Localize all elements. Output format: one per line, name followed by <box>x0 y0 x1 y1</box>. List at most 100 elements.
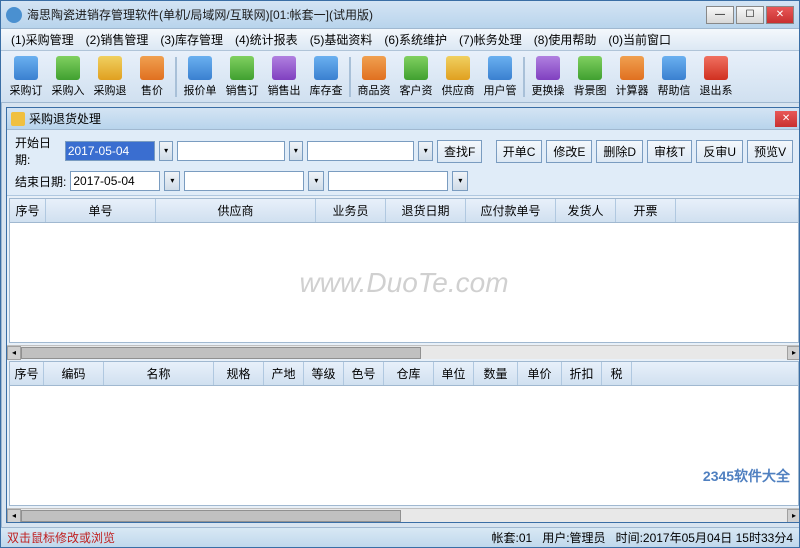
col-header[interactable]: 编码 <box>44 362 104 385</box>
start-date-input[interactable] <box>65 141 155 161</box>
toolbar-label: 供应商 <box>442 82 475 98</box>
combo4-dropdown[interactable]: ▾ <box>452 171 468 191</box>
toolbar-icon <box>362 56 386 80</box>
col-header[interactable]: 单位 <box>434 362 474 385</box>
toolbar-label: 售价 <box>141 82 163 98</box>
menu-item-8[interactable]: (0)当前窗口 <box>602 29 677 50</box>
filter-combo-4[interactable] <box>328 171 448 191</box>
reverse-button[interactable]: 反审U <box>696 140 743 163</box>
lower-grid-body[interactable]: 2345软件大全 <box>10 386 798 506</box>
menu-item-1[interactable]: (2)销售管理 <box>80 29 155 50</box>
col-header[interactable]: 供应商 <box>156 199 316 222</box>
minimize-button[interactable]: — <box>706 6 734 24</box>
menu-item-0[interactable]: (1)采购管理 <box>5 29 80 50</box>
scroll-right-icon[interactable]: ▸ <box>787 346 799 360</box>
lower-grid-scrollbar[interactable]: ◂ ▸ <box>7 508 799 522</box>
end-date-dropdown[interactable]: ▾ <box>164 171 180 191</box>
scroll-left-icon[interactable]: ◂ <box>7 346 21 360</box>
col-header[interactable]: 产地 <box>264 362 304 385</box>
toolbar-btn-4[interactable]: 报价单 <box>179 53 221 101</box>
maximize-button[interactable]: ☐ <box>736 6 764 24</box>
corner-watermark: 2345软件大全 <box>703 466 790 486</box>
toolbar-btn-3[interactable]: 售价 <box>131 53 173 101</box>
col-header[interactable]: 数量 <box>474 362 518 385</box>
upper-grid-body[interactable]: www.DuoTe.com <box>10 223 798 343</box>
scroll-thumb[interactable] <box>21 510 401 522</box>
toolbar-btn-2[interactable]: 采购退 <box>89 53 131 101</box>
toolbar-btn-15[interactable]: 帮助信 <box>653 53 695 101</box>
delete-button[interactable]: 删除D <box>596 140 643 163</box>
main-window: 海思陶瓷进销存管理软件(单机/局域网/互联网)[01:帐套一](试用版) — ☐… <box>0 0 800 548</box>
upper-grid-scrollbar[interactable]: ◂ ▸ <box>7 345 799 359</box>
end-date-input[interactable] <box>70 171 160 191</box>
col-header[interactable]: 发货人 <box>556 199 616 222</box>
col-header[interactable]: 仓库 <box>384 362 434 385</box>
edit-button[interactable]: 修改E <box>546 140 592 163</box>
lower-grid[interactable]: 序号编码名称规格产地等级色号仓库单位数量单价折扣税 2345软件大全 <box>9 361 799 506</box>
col-header[interactable]: 名称 <box>104 362 214 385</box>
toolbar-btn-9[interactable]: 客户资 <box>395 53 437 101</box>
close-button[interactable]: ✕ <box>766 6 794 24</box>
toolbar-label: 客户资 <box>400 82 433 98</box>
app-icon <box>6 7 22 23</box>
open-button[interactable]: 开单C <box>496 140 543 163</box>
combo1-dropdown[interactable]: ▾ <box>289 141 304 161</box>
col-header[interactable]: 等级 <box>304 362 344 385</box>
filter-combo-2[interactable] <box>307 141 414 161</box>
inner-window: 采购退货处理 ✕ 开始日期: ▾ ▾ ▾ 查找F 开单C <box>6 107 799 523</box>
toolbar-icon <box>404 56 428 80</box>
preview-button[interactable]: 预览V <box>747 140 793 163</box>
status-user: 用户:管理员 <box>542 529 605 546</box>
toolbar-btn-5[interactable]: 销售订 <box>221 53 263 101</box>
toolbar-label: 库存查 <box>310 82 343 98</box>
menubar: (1)采购管理(2)销售管理(3)库存管理(4)统计报表(5)基础资料(6)系统… <box>1 29 799 51</box>
toolbar-btn-0[interactable]: 采购订 <box>5 53 47 101</box>
col-header[interactable]: 退货日期 <box>386 199 466 222</box>
combo2-dropdown[interactable]: ▾ <box>418 141 433 161</box>
scroll-thumb[interactable] <box>21 347 421 359</box>
toolbar-label: 采购入 <box>52 82 85 98</box>
toolbar-label: 销售订 <box>226 82 259 98</box>
toolbar-btn-12[interactable]: 更换操 <box>527 53 569 101</box>
menu-item-6[interactable]: (7)帐务处理 <box>453 29 528 50</box>
menu-item-4[interactable]: (5)基础资料 <box>304 29 379 50</box>
toolbar-btn-11[interactable]: 用户管 <box>479 53 521 101</box>
toolbar-btn-6[interactable]: 销售出 <box>263 53 305 101</box>
col-header[interactable]: 税 <box>602 362 632 385</box>
toolbar-label: 背景图 <box>574 82 607 98</box>
toolbar-btn-16[interactable]: 退出系 <box>695 53 737 101</box>
col-header[interactable]: 业务员 <box>316 199 386 222</box>
toolbar-btn-1[interactable]: 采购入 <box>47 53 89 101</box>
toolbar-btn-13[interactable]: 背景图 <box>569 53 611 101</box>
col-header[interactable]: 折扣 <box>562 362 602 385</box>
col-header[interactable]: 规格 <box>214 362 264 385</box>
toolbar-btn-8[interactable]: 商品资 <box>353 53 395 101</box>
start-date-dropdown[interactable]: ▾ <box>159 141 174 161</box>
combo3-dropdown[interactable]: ▾ <box>308 171 324 191</box>
search-button[interactable]: 查找F <box>437 140 482 163</box>
col-header[interactable]: 单号 <box>46 199 156 222</box>
menu-item-5[interactable]: (6)系统维护 <box>378 29 453 50</box>
filter-combo-3[interactable] <box>184 171 304 191</box>
toolbar-icon <box>578 56 602 80</box>
scroll-left-icon[interactable]: ◂ <box>7 509 21 523</box>
col-header[interactable]: 开票 <box>616 199 676 222</box>
watermark-text: www.DuoTe.com <box>300 267 509 299</box>
menu-item-7[interactable]: (8)使用帮助 <box>528 29 603 50</box>
toolbar-btn-14[interactable]: 计算器 <box>611 53 653 101</box>
col-header[interactable]: 应付款单号 <box>466 199 556 222</box>
toolbar-btn-7[interactable]: 库存查 <box>305 53 347 101</box>
audit-button[interactable]: 审核T <box>647 140 692 163</box>
upper-grid[interactable]: 序号单号供应商业务员退货日期应付款单号发货人开票 www.DuoTe.com <box>9 198 799 343</box>
toolbar-label: 用户管 <box>484 82 517 98</box>
scroll-right-icon[interactable]: ▸ <box>787 509 799 523</box>
col-header[interactable]: 序号 <box>10 362 44 385</box>
col-header[interactable]: 序号 <box>10 199 46 222</box>
menu-item-2[interactable]: (3)库存管理 <box>154 29 229 50</box>
menu-item-3[interactable]: (4)统计报表 <box>229 29 304 50</box>
filter-combo-1[interactable] <box>177 141 284 161</box>
col-header[interactable]: 单价 <box>518 362 562 385</box>
inner-close-button[interactable]: ✕ <box>775 111 797 127</box>
col-header[interactable]: 色号 <box>344 362 384 385</box>
toolbar-btn-10[interactable]: 供应商 <box>437 53 479 101</box>
